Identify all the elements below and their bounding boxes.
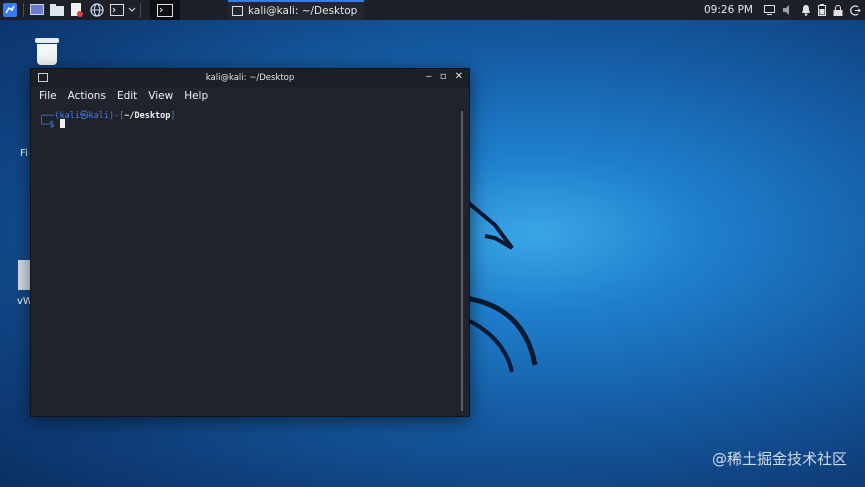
- kali-menu-icon[interactable]: [0, 0, 20, 20]
- menu-help[interactable]: Help: [184, 90, 208, 102]
- terminal-launcher-icon[interactable]: [107, 0, 127, 20]
- workspace-1-button[interactable]: [150, 0, 180, 20]
- panel-separator: [23, 3, 24, 17]
- panel-tray: 09:26 PM: [704, 0, 861, 20]
- close-icon[interactable]: ✕: [455, 71, 463, 82]
- scrollbar[interactable]: [461, 111, 463, 411]
- panel-separator: [140, 3, 141, 17]
- logout-icon[interactable]: [850, 4, 861, 16]
- terminal-output[interactable]: ┌──(kali㉿kali)-[~/Desktop] └─$: [31, 105, 469, 416]
- terminal-window[interactable]: kali@kali: ~/Desktop ‒ ▫ ✕ File Actions …: [30, 68, 470, 417]
- display-icon[interactable]: [764, 5, 775, 15]
- text-editor-icon[interactable]: [67, 0, 87, 20]
- terminal-icon: [232, 6, 243, 16]
- top-panel: kali@kali: ~/Desktop 09:26 PM: [0, 0, 865, 20]
- prompt-path: ~/Desktop: [124, 111, 171, 121]
- chevron-down-icon[interactable]: [127, 0, 137, 20]
- taskbar-window-title: kali@kali: ~/Desktop: [248, 5, 358, 17]
- terminal-menubar: File Actions Edit View Help: [31, 87, 469, 105]
- menu-actions[interactable]: Actions: [68, 90, 106, 102]
- prompt-line-bottom: └─$: [39, 119, 65, 130]
- maximize-icon[interactable]: ▫: [440, 71, 447, 82]
- menu-file[interactable]: File: [39, 90, 57, 102]
- minimize-icon[interactable]: ‒: [425, 71, 431, 82]
- terminal-title: kali@kali: ~/Desktop: [205, 73, 295, 83]
- trash-icon[interactable]: [35, 38, 59, 66]
- lock-screen-icon[interactable]: [833, 4, 843, 16]
- show-desktop-icon[interactable]: [27, 0, 47, 20]
- text-cursor: [59, 119, 65, 128]
- battery-icon[interactable]: [818, 4, 826, 16]
- taskbar-window-terminal[interactable]: kali@kali: ~/Desktop: [228, 0, 364, 20]
- desktop-icon-label: Fi: [20, 148, 28, 159]
- terminal-titlebar[interactable]: kali@kali: ~/Desktop ‒ ▫ ✕: [31, 69, 469, 87]
- prompt-user: kali㉿kali: [59, 111, 109, 121]
- watermark: @稀土掘金技术社区: [711, 450, 847, 468]
- prompt-symbol: $: [49, 120, 55, 130]
- volume-muted-icon[interactable]: [782, 5, 794, 15]
- menu-view[interactable]: View: [148, 90, 173, 102]
- web-browser-icon[interactable]: [87, 0, 107, 20]
- notification-bell-icon[interactable]: [801, 4, 811, 16]
- menu-edit[interactable]: Edit: [117, 90, 137, 102]
- file-manager-icon[interactable]: [47, 0, 67, 20]
- clock[interactable]: 09:26 PM: [704, 4, 753, 16]
